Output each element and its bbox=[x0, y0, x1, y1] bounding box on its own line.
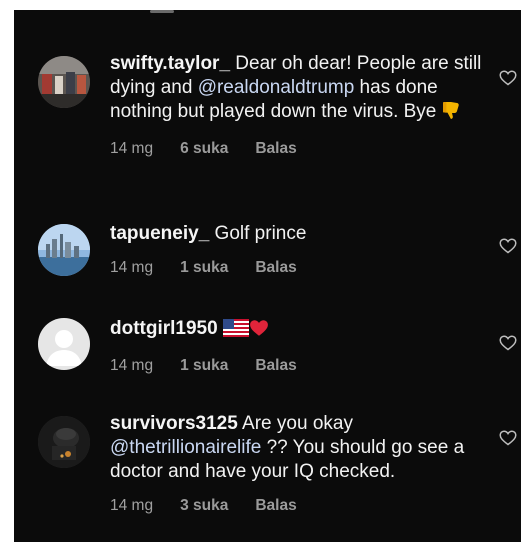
comment-username[interactable]: dottgirl1950 bbox=[110, 318, 218, 339]
likes-count[interactable]: 1 suka bbox=[180, 354, 228, 378]
comment-username[interactable]: swifty.taylor_ bbox=[110, 53, 230, 74]
comments-screen: swifty.taylor_ Dear oh dear! People are … bbox=[14, 10, 521, 542]
reply-button[interactable]: Balas bbox=[255, 256, 296, 280]
heart-icon[interactable] bbox=[499, 430, 517, 446]
comment-username[interactable]: tapueneiy_ bbox=[110, 223, 209, 244]
likes-count[interactable]: 6 suka bbox=[180, 137, 228, 161]
drag-handle[interactable] bbox=[150, 10, 174, 13]
reply-button[interactable]: Balas bbox=[255, 354, 296, 378]
heart-icon[interactable] bbox=[499, 335, 517, 351]
mention-link[interactable]: @realdonaldtrump bbox=[198, 77, 355, 98]
thumbs-down-icon bbox=[442, 100, 462, 127]
comment-text: tapueneiy_ Golf prince bbox=[110, 223, 307, 244]
likes-count[interactable]: 1 suka bbox=[180, 256, 228, 280]
comment-time: 14 mg bbox=[110, 357, 154, 374]
comment-meta: 14 mg 3 suka Balas bbox=[110, 494, 490, 518]
heart-icon[interactable] bbox=[499, 238, 517, 254]
comment-time: 14 mg bbox=[110, 140, 154, 157]
mention-link[interactable]: @thetrillionairelife bbox=[110, 437, 261, 458]
comment-meta: 14 mg 6 suka Balas bbox=[110, 137, 490, 161]
comment-meta: 14 mg 1 suka Balas bbox=[110, 256, 490, 280]
comment-time: 14 mg bbox=[110, 259, 154, 276]
avatar[interactable] bbox=[38, 56, 90, 108]
reply-button[interactable]: Balas bbox=[255, 137, 296, 161]
avatar[interactable] bbox=[38, 224, 90, 276]
heart-icon[interactable] bbox=[499, 70, 517, 86]
comment-time: 14 mg bbox=[110, 497, 154, 514]
avatar[interactable] bbox=[38, 318, 90, 370]
reply-button[interactable]: Balas bbox=[255, 494, 296, 518]
comment-text: survivors3125 Are you okay @thetrilliona… bbox=[110, 413, 465, 482]
avatar[interactable] bbox=[38, 416, 90, 468]
red-heart-icon bbox=[249, 319, 269, 344]
comment-text: dottgirl1950 bbox=[110, 317, 490, 344]
us-flag-icon bbox=[222, 319, 249, 344]
comment-text: swifty.taylor_ Dear oh dear! People are … bbox=[110, 52, 490, 127]
comment-meta: 14 mg 1 suka Balas bbox=[110, 354, 490, 378]
likes-count[interactable]: 3 suka bbox=[180, 494, 228, 518]
comment-username[interactable]: survivors3125 bbox=[110, 413, 238, 434]
